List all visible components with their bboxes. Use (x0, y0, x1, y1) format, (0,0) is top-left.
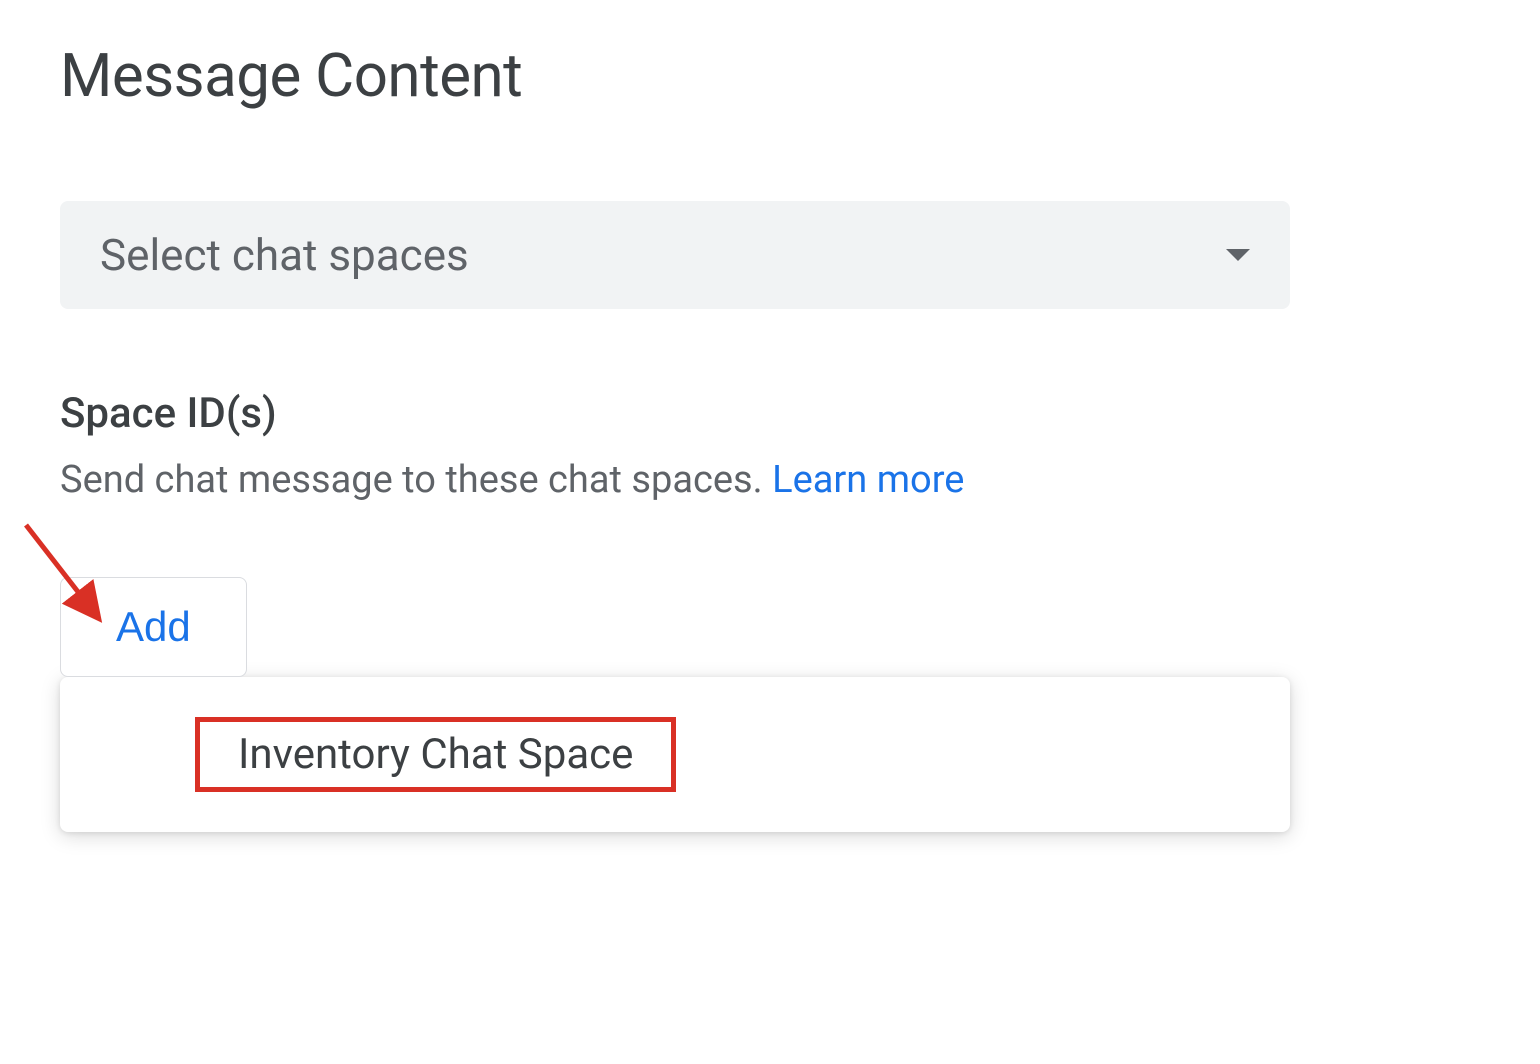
chevron-down-icon (1226, 249, 1250, 261)
learn-more-link[interactable]: Learn more (772, 458, 964, 502)
space-ids-heading: Space ID(s) (60, 389, 1480, 438)
annotation-arrow-icon (16, 520, 116, 630)
chat-space-option-highlighted[interactable]: Inventory Chat Space (195, 717, 676, 792)
space-ids-description-text: Send chat message to these chat spaces. (60, 458, 772, 502)
chat-space-name: Inventory Chat Space (218, 720, 653, 789)
space-ids-description: Send chat message to these chat spaces. … (60, 458, 1480, 502)
select-chat-spaces-label: Select chat spaces (100, 229, 469, 281)
page-title: Message Content (60, 40, 1480, 111)
chat-space-dropdown-panel: Inventory Chat Space (60, 677, 1290, 832)
select-chat-spaces-dropdown[interactable]: Select chat spaces (60, 201, 1290, 309)
